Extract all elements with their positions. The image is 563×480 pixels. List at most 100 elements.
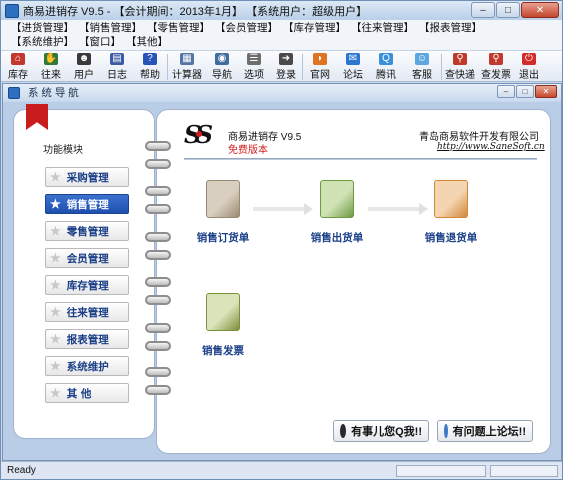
login-icon: ➜ (279, 53, 293, 65)
toolbar-button[interactable]: ☰ 选项 (238, 51, 270, 81)
status-bar: Ready (1, 461, 562, 479)
website-link[interactable]: http://www.SaneSoft.cn (437, 142, 545, 152)
function-tile[interactable]: 销售订货单 (183, 180, 263, 245)
toolbar-button[interactable]: ✉ 论坛 (337, 51, 369, 81)
toolbar-button-label: 库存 (8, 70, 28, 81)
qq-icon (340, 424, 347, 438)
invoice-icon (206, 293, 240, 331)
menu-item[interactable]: 【窗口】 (79, 35, 121, 49)
shipment-doc-icon (320, 180, 354, 218)
star-icon: ★ (50, 386, 61, 400)
function-tile[interactable]: 销售退货单 (411, 180, 491, 245)
toolbar-button-label: 退出 (519, 70, 539, 81)
minimize-button[interactable]: – (471, 2, 495, 18)
handshake-icon: ✋ (44, 53, 58, 65)
module-button[interactable]: ★ 系统维护 (45, 356, 129, 376)
function-tile-label: 销售订货单 (196, 232, 250, 244)
toolbar-button[interactable]: ⏻ 退出 (514, 51, 544, 81)
module-button-label: 系统维护 (66, 360, 109, 373)
function-tile[interactable]: 销售发票 (183, 293, 263, 358)
toolbar-button[interactable]: ☻ 用户 (67, 51, 101, 81)
main-window: 商易进销存 V9.5 - 【会计期间：2013年1月】 【系统用户：超级用户】 … (0, 0, 563, 480)
book-icon: ▤ (110, 53, 124, 65)
subwindow-title: 系 统 导 航 (28, 87, 79, 99)
toolbar-button[interactable]: ➜ 登录 (270, 51, 302, 81)
qq-contact-button[interactable]: 有事儿您Q我!! (333, 420, 429, 442)
module-button-label: 其 他 (66, 387, 92, 400)
window-title: 商易进销存 V9.5 - 【会计期间：2013年1月】 【系统用户：超级用户】 (23, 5, 368, 18)
help-icon: ? (143, 53, 157, 65)
toolbar-button-label: 查快递 (445, 70, 475, 81)
module-title: 功能模块 (43, 145, 83, 156)
toolbar-button-label: 官网 (310, 70, 330, 81)
qq-contact-label: 有事儿您Q我!! (351, 426, 422, 438)
toolbar-button[interactable]: ☺ 客服 (403, 51, 441, 81)
toolbar-button[interactable]: ? 帮助 (133, 51, 167, 81)
module-button[interactable]: ★ 销售管理 (45, 194, 129, 214)
toolbar-button[interactable]: ▦ 计算器 (168, 51, 206, 81)
toolbar-button[interactable]: ⚲ 查发票 (478, 51, 514, 81)
subwindow-close-button[interactable]: ✕ (535, 85, 557, 98)
module-button[interactable]: ★ 库存管理 (45, 275, 129, 295)
menu-item[interactable]: 【零售管理】 (147, 21, 210, 35)
menu-item[interactable]: 【会员管理】 (215, 21, 278, 35)
menu-item[interactable]: 【库存管理】 (283, 21, 346, 35)
menu-item[interactable]: 【销售管理】 (79, 21, 142, 35)
binder-ring (145, 277, 171, 287)
module-button[interactable]: ★ 会员管理 (45, 248, 129, 268)
module-button[interactable]: ★ 报表管理 (45, 329, 129, 349)
subwindow-controls: – □ ✕ (497, 85, 557, 98)
star-icon: ★ (50, 278, 61, 292)
module-button-label: 销售管理 (66, 198, 109, 211)
binder-ring (145, 323, 171, 333)
star-icon: ★ (50, 332, 61, 346)
power-icon: ⏻ (522, 53, 536, 65)
forum-button[interactable]: 有问题上论坛!! (437, 420, 533, 442)
binder-ring (145, 250, 171, 260)
toolbar-button-label: 日志 (107, 70, 127, 81)
function-tile[interactable]: 销售出货单 (297, 180, 377, 245)
menu-bar: 【进货管理】 【销售管理】 【零售管理】 【会员管理】 【库存管理】 【往来管理】 【报表管… (1, 20, 562, 50)
toolbar-button[interactable]: ⌂ 库存 (1, 51, 35, 81)
binder-ring (145, 141, 171, 151)
status-pane (490, 465, 558, 477)
toolbar-button-label: 导航 (212, 70, 232, 81)
module-button[interactable]: ★ 其 他 (45, 383, 129, 403)
subwindow-title-bar: 系 统 导 航 – □ ✕ (3, 84, 561, 101)
forum-icon: ✉ (346, 53, 360, 65)
toolbar-button[interactable]: ◉ 导航 (206, 51, 238, 81)
module-button[interactable]: ★ 零售管理 (45, 221, 129, 241)
star-icon: ★ (50, 359, 61, 373)
module-button[interactable]: ★ 采购管理 (45, 167, 129, 187)
menu-item[interactable]: 【进货管理】 (11, 21, 74, 35)
toolbar-button[interactable]: ▤ 日志 (101, 51, 133, 81)
module-button-label: 零售管理 (66, 225, 109, 238)
search-express-icon: ⚲ (453, 53, 467, 65)
menu-item[interactable]: 【报表管理】 (419, 21, 482, 35)
sanesoft-logo: SS (184, 120, 220, 149)
module-button[interactable]: ★ 往来管理 (45, 302, 129, 322)
subwindow-minimize-button[interactable]: – (497, 85, 515, 98)
binder-ring (145, 385, 171, 395)
menu-item[interactable]: 【其他】 (126, 35, 168, 49)
star-icon: ★ (50, 170, 61, 184)
close-button[interactable]: ✕ (521, 2, 559, 18)
house-icon: ⌂ (11, 53, 25, 65)
menu-item[interactable]: 【往来管理】 (351, 21, 414, 35)
toolbar-button-label: 论坛 (343, 70, 363, 81)
toolbar-button[interactable]: ⚲ 查快递 (442, 51, 478, 81)
toolbar-button-label: 查发票 (481, 70, 511, 81)
calculator-icon: ▦ (180, 53, 194, 65)
module-button-label: 往来管理 (66, 306, 109, 319)
toolbar-button-label: 腾讯 (376, 70, 396, 81)
company-name: 青岛商易软件开发有限公司 (419, 132, 539, 143)
menu-item[interactable]: 【系统维护】 (11, 35, 74, 49)
subwindow-maximize-button[interactable]: □ (516, 85, 534, 98)
toolbar-button[interactable]: Q 腾讯 (369, 51, 403, 81)
title-bar: 商易进销存 V9.5 - 【会计期间：2013年1月】 【系统用户：超级用户】 … (1, 1, 562, 20)
toolbar-button[interactable]: ◗ 官网 (303, 51, 337, 81)
header-divider (184, 158, 537, 160)
status-text: Ready (7, 465, 36, 476)
maximize-button[interactable]: □ (496, 2, 520, 18)
toolbar-button[interactable]: ✋ 往来 (35, 51, 67, 81)
